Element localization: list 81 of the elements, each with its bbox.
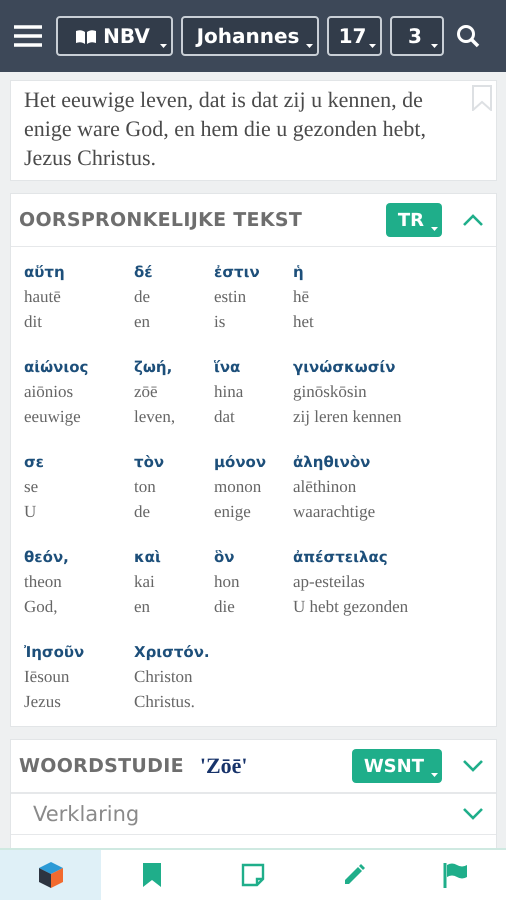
transliteration: monon [214, 476, 262, 498]
greek-word[interactable]: μόνον [214, 451, 266, 473]
transliteration: hautē [24, 286, 61, 308]
transliteration: kai [134, 571, 155, 593]
greek-word[interactable]: αἰώνιος [24, 356, 88, 378]
translation-select[interactable]: NBV [56, 16, 173, 56]
word-translation: eeuwige [24, 406, 81, 428]
transliteration: de [134, 286, 150, 308]
section-label: Verklaring [33, 802, 140, 826]
caret-icon [431, 227, 438, 232]
chevron-down-icon[interactable] [462, 759, 484, 773]
chevron-up-icon[interactable] [462, 213, 484, 227]
menu-icon[interactable] [14, 25, 42, 47]
transliteration: ginōskōsin [293, 381, 367, 403]
transliteration: hina [214, 381, 244, 403]
book-icon [75, 28, 98, 44]
transliteration: theon [24, 571, 62, 593]
transliteration: Christon [134, 666, 193, 688]
search-icon[interactable] [456, 24, 480, 48]
transliteration: ton [134, 476, 156, 498]
greek-word[interactable]: ἀπέστειλας [293, 546, 388, 568]
chapter-select[interactable]: 17 [327, 16, 382, 56]
section-title: WOORDSTUDIE [19, 755, 184, 777]
transliteration: hon [214, 571, 240, 593]
word-translation: leven, [134, 406, 176, 428]
caret-icon [160, 44, 167, 49]
word-translation: dat [214, 406, 235, 428]
bookmark-icon [142, 862, 162, 888]
chevron-down-icon[interactable] [462, 807, 484, 821]
greek-word[interactable]: Χριστόν. [134, 641, 210, 663]
word-translation: en [134, 311, 150, 333]
greek-word[interactable]: σε [24, 451, 44, 473]
greek-word[interactable]: ζωή, [134, 356, 172, 378]
word-translation: en [134, 596, 150, 618]
word-translation: zij leren kennen [293, 406, 402, 428]
greek-word[interactable]: γινώσκωσίν [293, 356, 396, 378]
pencil-icon [342, 863, 366, 887]
caret-icon [431, 773, 438, 778]
note-icon [240, 863, 265, 887]
word-translation: dit [24, 311, 42, 333]
book-select[interactable]: Johannes [181, 16, 319, 56]
study-term: 'Zōē' [200, 753, 248, 779]
caret-icon [306, 44, 313, 49]
greek-word[interactable]: Ἰησοῦν [24, 641, 84, 663]
greek-word[interactable]: θεόν, [24, 546, 69, 568]
caret-icon [369, 44, 376, 49]
word-translation: Christus. [134, 691, 195, 713]
section-title: OORSPRONKELIJKE TEKST [19, 209, 302, 231]
cube-icon [38, 861, 64, 889]
greek-word[interactable]: δέ [134, 261, 153, 283]
word-translation: U hebt gezonden [293, 596, 408, 618]
word-translation: Jezus [24, 691, 61, 713]
flag-icon [442, 862, 468, 888]
transliteration: zōē [134, 381, 158, 403]
greek-word[interactable]: ἡ [293, 261, 304, 283]
greek-word[interactable]: καὶ [134, 546, 161, 568]
transliteration: alēthinon [293, 476, 356, 498]
word-translation: de [134, 501, 150, 523]
greek-word[interactable]: ἐστιν [214, 261, 260, 283]
nav-tab[interactable] [0, 850, 102, 900]
word-translation: is [214, 311, 226, 333]
word-translation: enige [214, 501, 251, 523]
verse-select[interactable]: 3 [390, 16, 444, 56]
verse-text: Het eeuwige leven, dat is dat zij u kennen, de enige ware God, en hem die u gezonden hebt, Jezus Christus. [24, 86, 427, 172]
word-translation: God, [24, 596, 58, 618]
transliteration: estin [214, 286, 246, 308]
greek-word[interactable]: ἵνα [214, 356, 240, 378]
greek-word[interactable]: τὸν [134, 451, 164, 473]
transliteration: se [24, 476, 38, 498]
greek-word[interactable]: αὕτη [24, 261, 65, 283]
transliteration: aiōnios [24, 381, 74, 403]
transliteration: ap-esteilas [293, 571, 365, 593]
transliteration: hē [293, 286, 310, 308]
greek-word[interactable]: ὃν [214, 546, 235, 568]
greek-word[interactable]: ἀληθινὸν [293, 451, 370, 473]
transliteration: Iēsoun [24, 666, 70, 688]
word-translation: U [24, 501, 36, 523]
word-translation: die [214, 596, 235, 618]
word-translation: het [293, 311, 314, 333]
caret-icon [431, 44, 438, 49]
word-translation: waarachtige [293, 501, 376, 523]
